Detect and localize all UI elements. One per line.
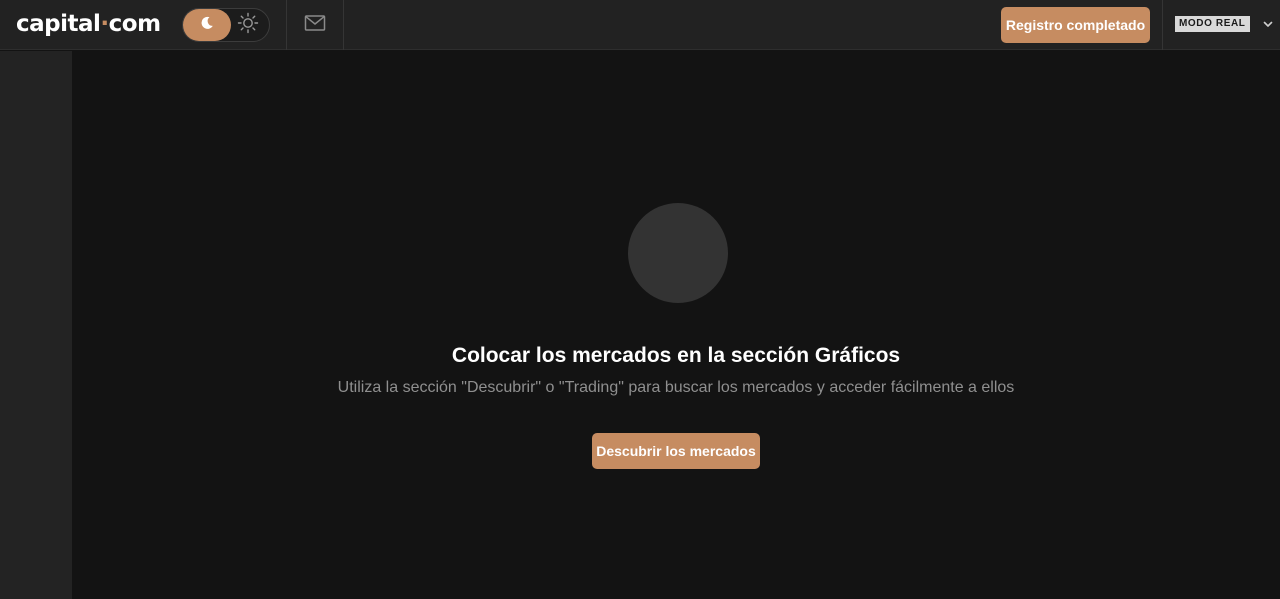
moon-icon bbox=[199, 15, 215, 36]
charts-main-area bbox=[72, 51, 1280, 599]
logo-dot: · bbox=[100, 11, 109, 37]
header-divider bbox=[286, 0, 287, 50]
discover-markets-button[interactable]: Descubrir los mercados bbox=[592, 433, 760, 469]
empty-state-illustration bbox=[628, 203, 728, 303]
light-mode-option[interactable] bbox=[237, 12, 259, 39]
empty-state-subtitle: Utiliza la sección "Descubrir" o "Tradin… bbox=[337, 379, 1015, 396]
logo-text-capital: capital bbox=[16, 11, 101, 37]
mail-icon bbox=[304, 14, 326, 37]
theme-toggle[interactable] bbox=[182, 8, 270, 42]
dark-mode-option[interactable] bbox=[183, 9, 231, 41]
empty-state-title: Colocar los mercados en la sección Gráfi… bbox=[451, 344, 901, 367]
real-mode-badge: MODO REAL bbox=[1175, 16, 1250, 32]
top-bar: capital·com Registro completado MODO REA… bbox=[0, 0, 1280, 50]
account-mode-selector[interactable]: MODO REAL bbox=[1175, 15, 1274, 33]
header-divider bbox=[1162, 0, 1163, 50]
header-divider bbox=[343, 0, 344, 50]
messages-button[interactable] bbox=[302, 13, 328, 37]
chevron-down-icon bbox=[1262, 18, 1274, 30]
sun-icon bbox=[237, 12, 259, 39]
registration-complete-button[interactable]: Registro completado bbox=[1001, 7, 1150, 43]
left-sidebar bbox=[0, 51, 72, 599]
capital-com-logo[interactable]: capital·com bbox=[16, 10, 161, 38]
logo-text-com: com bbox=[108, 11, 161, 37]
